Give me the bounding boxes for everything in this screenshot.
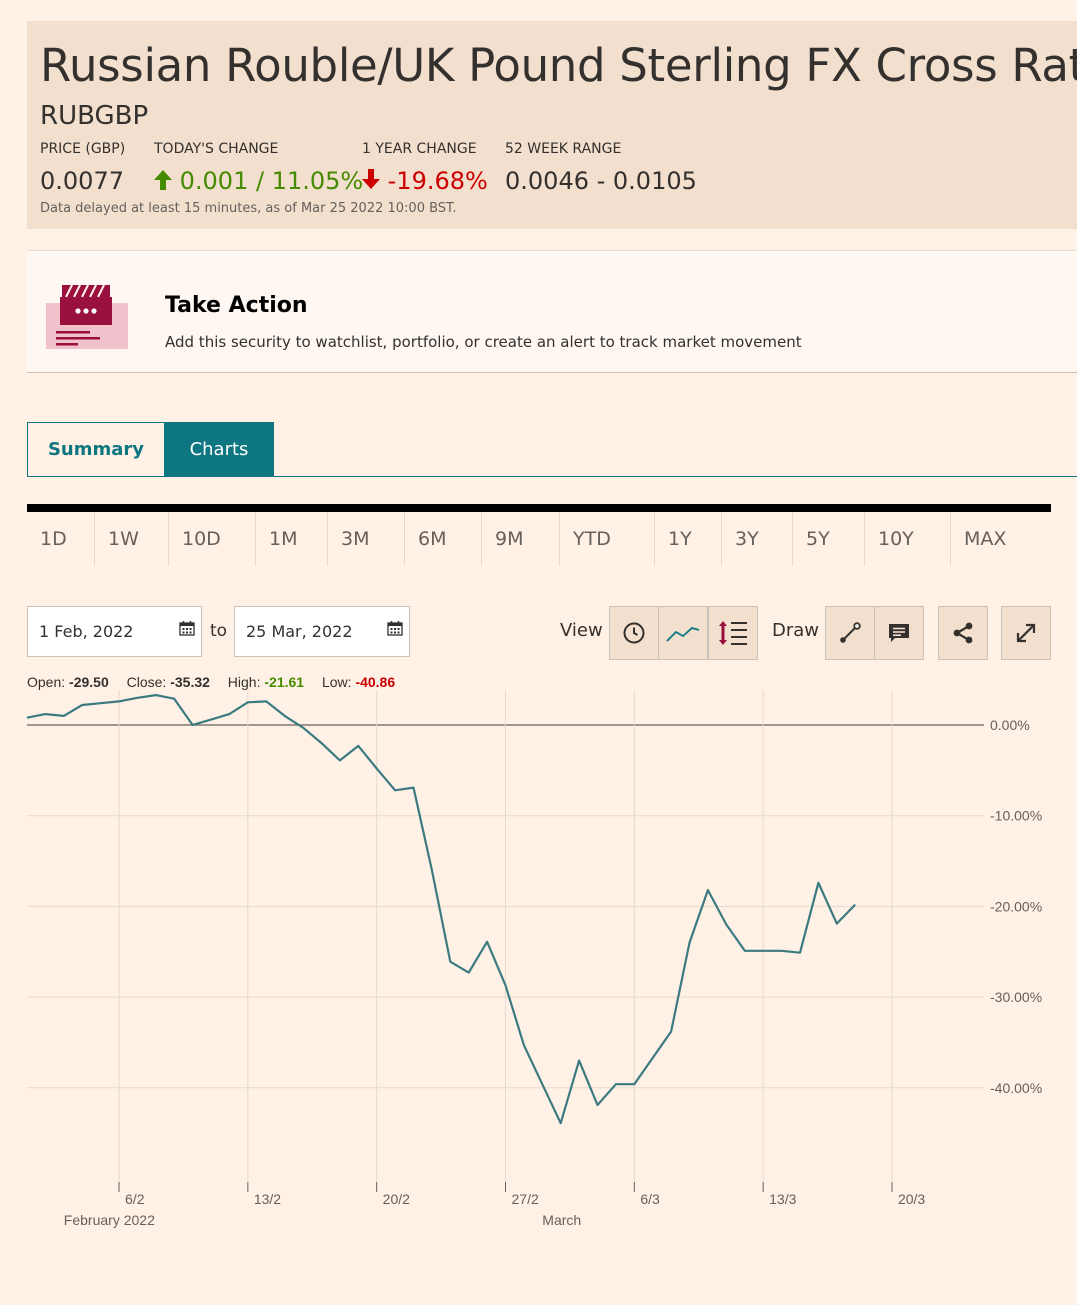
indicators-button[interactable] <box>708 606 758 660</box>
range-10y[interactable]: 10Y <box>865 512 951 566</box>
y-tick-label: -40.00% <box>990 1080 1042 1096</box>
low-value: -40.86 <box>355 674 396 690</box>
range-1y[interactable]: 1Y <box>655 512 722 566</box>
week-range-value: 0.0046 - 0.0105 <box>505 167 697 195</box>
today-change-label: TODAY'S CHANGE <box>154 141 279 157</box>
month-label: February 2022 <box>64 1212 155 1228</box>
arrow-down-icon <box>362 169 380 189</box>
year-change-stat: 1 YEAR CHANGE -19.68% <box>362 141 488 195</box>
range-1w[interactable]: 1W <box>95 512 169 566</box>
chart-style-button[interactable] <box>658 606 708 660</box>
from-date-input[interactable]: 1 Feb, 2022 <box>27 606 202 657</box>
x-tick-label: 6/2 <box>125 1191 145 1207</box>
price-chart[interactable]: 0.00% -10.00% -20.00% -30.00% -40.00% 6/2 13/2… <box>0 690 1077 1250</box>
range-1d[interactable]: 1D <box>27 512 95 566</box>
y-tick-label: 0.00% <box>990 717 1030 733</box>
open-value: -29.50 <box>69 674 109 690</box>
take-action-panel[interactable]: Take Action Add this security to watchli… <box>27 250 1077 373</box>
take-action-title: Take Action <box>165 293 308 318</box>
quote-header: Russian Rouble/UK Pound Sterling FX Cros… <box>27 21 1077 229</box>
draw-line-button[interactable] <box>825 606 875 660</box>
close-value: -35.32 <box>170 674 210 690</box>
today-change-stat: TODAY'S CHANGE 0.001 / 11.05% <box>154 141 363 195</box>
annotation-button[interactable] <box>874 606 924 660</box>
range-selector: 1D 1W 10D 1M 3M 6M 9M YTD 1Y 3Y 5Y 10Y M… <box>27 512 1051 566</box>
fullscreen-button[interactable] <box>1001 606 1051 660</box>
x-tick-label: 20/2 <box>383 1191 410 1207</box>
price-stat: PRICE (GBP) 0.0077 <box>40 141 125 195</box>
to-date-input[interactable]: 25 Mar, 2022 <box>234 606 410 657</box>
alert-card-icon <box>46 284 128 349</box>
price-label: PRICE (GBP) <box>40 141 126 157</box>
draw-line-icon <box>840 622 861 643</box>
range-3m[interactable]: 3M <box>328 512 405 566</box>
draw-label: Draw <box>772 620 820 641</box>
range-9m[interactable]: 9M <box>482 512 560 566</box>
open-label: Open: <box>27 674 66 690</box>
high-label: High: <box>227 674 261 690</box>
year-change-label: 1 YEAR CHANGE <box>362 141 477 157</box>
x-tick-label: 6/3 <box>640 1191 660 1207</box>
calendar-icon[interactable] <box>387 620 403 636</box>
x-tick-label: 20/3 <box>898 1191 925 1207</box>
range-max[interactable]: MAX <box>951 512 1051 566</box>
y-tick-label: -20.00% <box>990 898 1042 914</box>
range-1m[interactable]: 1M <box>256 512 328 566</box>
time-settings-button[interactable] <box>609 606 659 660</box>
range-10d[interactable]: 10D <box>169 512 256 566</box>
year-change-value: -19.68% <box>387 167 488 195</box>
calendar-icon[interactable] <box>179 620 195 636</box>
month-label: March <box>542 1212 581 1228</box>
range-bar-rule <box>27 504 1051 512</box>
indicator-icon <box>719 621 747 645</box>
x-tick-label: 13/3 <box>769 1191 796 1207</box>
expand-icon <box>1016 623 1036 643</box>
series-line <box>26 693 856 1125</box>
close-label: Close: <box>126 674 167 690</box>
arrow-up-icon <box>154 170 172 190</box>
tab-summary[interactable]: Summary <box>27 422 165 476</box>
tab-bar: Summary Charts <box>27 422 1077 477</box>
range-6m[interactable]: 6M <box>405 512 482 566</box>
annotation-icon <box>889 624 909 642</box>
high-value: -21.61 <box>264 674 305 690</box>
delay-note: Data delayed at least 15 minutes, as of … <box>40 201 457 216</box>
line-chart-icon <box>666 626 700 642</box>
range-ytd[interactable]: YTD <box>560 512 655 566</box>
ohlc-legend: Open: -29.50 Close: -35.32 High: -21.61 … <box>27 674 409 690</box>
from-date-value: 1 Feb, 2022 <box>39 622 134 641</box>
x-tick-label: 27/2 <box>512 1191 539 1207</box>
view-label: View <box>560 620 603 641</box>
take-action-description: Add this security to watchlist, portfoli… <box>165 333 802 351</box>
y-tick-label: -30.00% <box>990 989 1042 1005</box>
y-tick-label: -10.00% <box>990 808 1042 824</box>
to-label: to <box>210 621 228 641</box>
week-range-label: 52 WEEK RANGE <box>505 141 622 157</box>
share-icon <box>953 622 973 644</box>
week-range-stat: 52 WEEK RANGE 0.0046 - 0.0105 <box>505 141 697 195</box>
tab-charts[interactable]: Charts <box>164 422 274 476</box>
low-label: Low: <box>321 674 352 690</box>
to-date-value: 25 Mar, 2022 <box>246 622 353 641</box>
range-5y[interactable]: 5Y <box>793 512 865 566</box>
ticker-symbol: RUBGBP <box>40 101 149 131</box>
range-3y[interactable]: 3Y <box>722 512 793 566</box>
clock-icon <box>623 622 645 644</box>
share-button[interactable] <box>938 606 988 660</box>
today-change-value: 0.001 / 11.05% <box>179 167 364 195</box>
x-tick-label: 13/2 <box>254 1191 281 1207</box>
page-title: Russian Rouble/UK Pound Sterling FX Cros… <box>40 39 1077 92</box>
price-value: 0.0077 <box>40 167 124 195</box>
